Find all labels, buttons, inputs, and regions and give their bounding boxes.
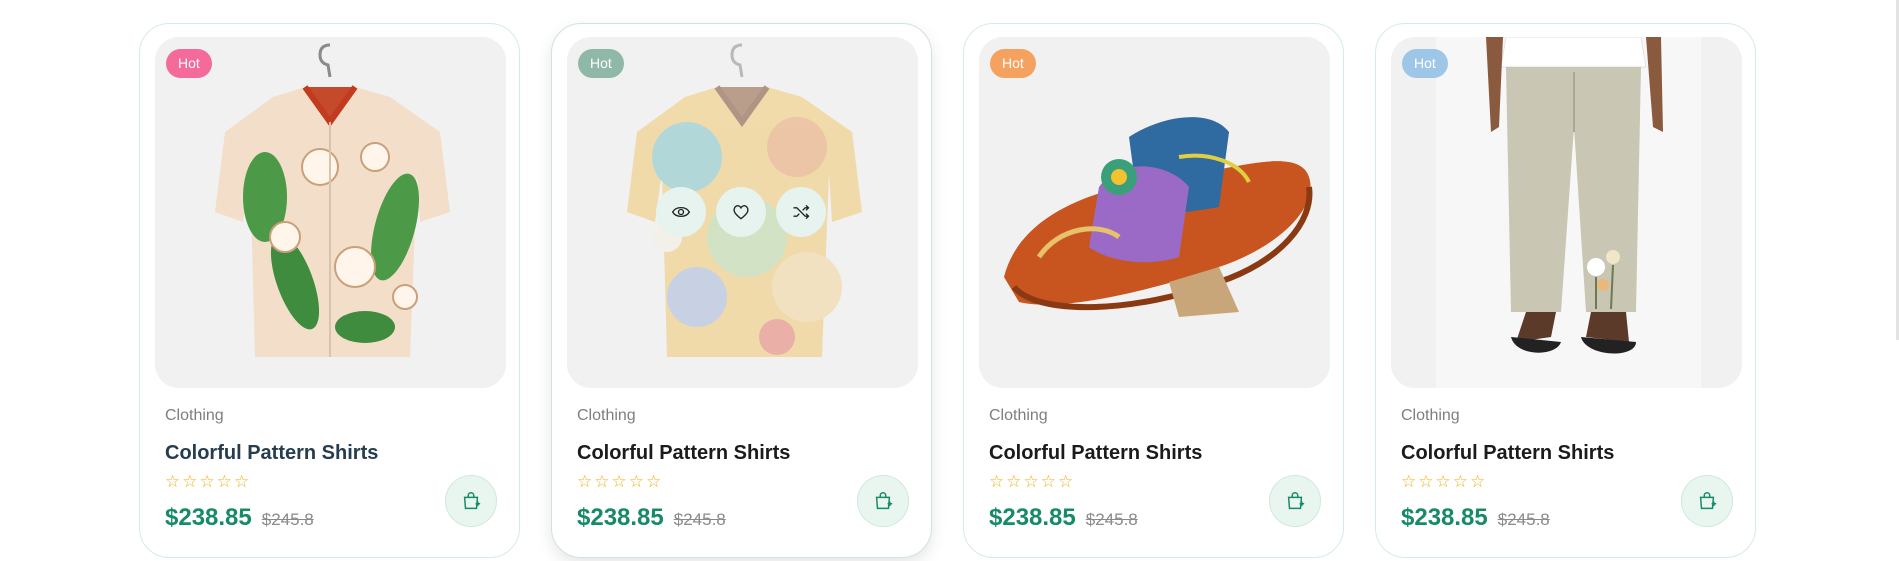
product-title[interactable]: Colorful Pattern Shirts xyxy=(1401,442,1614,465)
product-old-price: $245.8 xyxy=(673,510,726,529)
floral-shirt-image xyxy=(155,37,506,388)
product-title[interactable]: Colorful Pattern Shirts xyxy=(577,442,790,465)
add-to-cart-icon xyxy=(875,492,893,510)
product-category[interactable]: Clothing xyxy=(989,407,1048,425)
add-to-cart-button[interactable] xyxy=(857,475,909,527)
rating-stars: ☆☆☆☆☆ xyxy=(165,472,252,491)
compare-button[interactable] xyxy=(776,187,826,237)
hot-badge: Hot xyxy=(990,49,1036,78)
product-price: $238.85 xyxy=(989,504,1076,531)
add-to-cart-button[interactable] xyxy=(1681,475,1733,527)
hot-badge: Hot xyxy=(166,49,212,78)
hot-badge: Hot xyxy=(1402,49,1448,78)
add-to-cart-button[interactable] xyxy=(445,475,497,527)
product-title[interactable]: Colorful Pattern Shirts xyxy=(165,442,378,465)
rating-stars: ☆☆☆☆☆ xyxy=(577,472,664,491)
price-row: $238.85 $245.8 xyxy=(577,504,726,532)
product-price: $238.85 xyxy=(577,504,664,531)
eye-icon xyxy=(671,206,691,218)
shuffle-icon xyxy=(793,204,810,220)
quick-actions xyxy=(656,187,826,237)
price-row: $238.85 $245.8 xyxy=(989,504,1138,532)
product-card[interactable]: Hot Clothing Colorful Pattern Shirts ☆☆☆… xyxy=(139,23,520,558)
product-old-price: $245.8 xyxy=(1497,510,1550,529)
product-title[interactable]: Colorful Pattern Shirts xyxy=(989,442,1202,465)
hot-badge: Hot xyxy=(578,49,624,78)
add-to-cart-icon xyxy=(1287,492,1305,510)
product-image[interactable] xyxy=(1391,37,1742,388)
product-category[interactable]: Clothing xyxy=(577,407,636,425)
product-price: $238.85 xyxy=(165,504,252,531)
product-card[interactable]: Hot Clothing Colorful Pattern Shirts ☆☆☆… xyxy=(1375,23,1756,558)
rating-stars: ☆☆☆☆☆ xyxy=(989,472,1076,491)
add-to-cart-icon xyxy=(463,492,481,510)
patterned-sandal-image xyxy=(979,37,1330,388)
product-old-price: $245.8 xyxy=(261,510,314,529)
product-price: $238.85 xyxy=(1401,504,1488,531)
wishlist-button[interactable] xyxy=(716,187,766,237)
product-category[interactable]: Clothing xyxy=(165,407,224,425)
price-row: $238.85 $245.8 xyxy=(1401,504,1550,532)
product-old-price: $245.8 xyxy=(1085,510,1138,529)
linen-pants-image xyxy=(1391,37,1742,388)
product-grid: Hot Clothing Colorful Pattern Shirts ☆☆☆… xyxy=(139,23,1756,558)
add-to-cart-icon xyxy=(1699,492,1717,510)
price-row: $238.85 $245.8 xyxy=(165,504,314,532)
product-image[interactable] xyxy=(155,37,506,388)
add-to-cart-button[interactable] xyxy=(1269,475,1321,527)
product-category[interactable]: Clothing xyxy=(1401,407,1460,425)
rating-stars: ☆☆☆☆☆ xyxy=(1401,472,1488,491)
quick-view-button[interactable] xyxy=(656,187,706,237)
product-card[interactable]: Hot Clothing Colorful Pattern Shirts ☆☆☆… xyxy=(963,23,1344,558)
heart-icon xyxy=(733,205,749,220)
product-image[interactable] xyxy=(979,37,1330,388)
product-card[interactable]: Hot Clothing Colorful Pattern Shirts ☆☆☆… xyxy=(551,23,932,558)
